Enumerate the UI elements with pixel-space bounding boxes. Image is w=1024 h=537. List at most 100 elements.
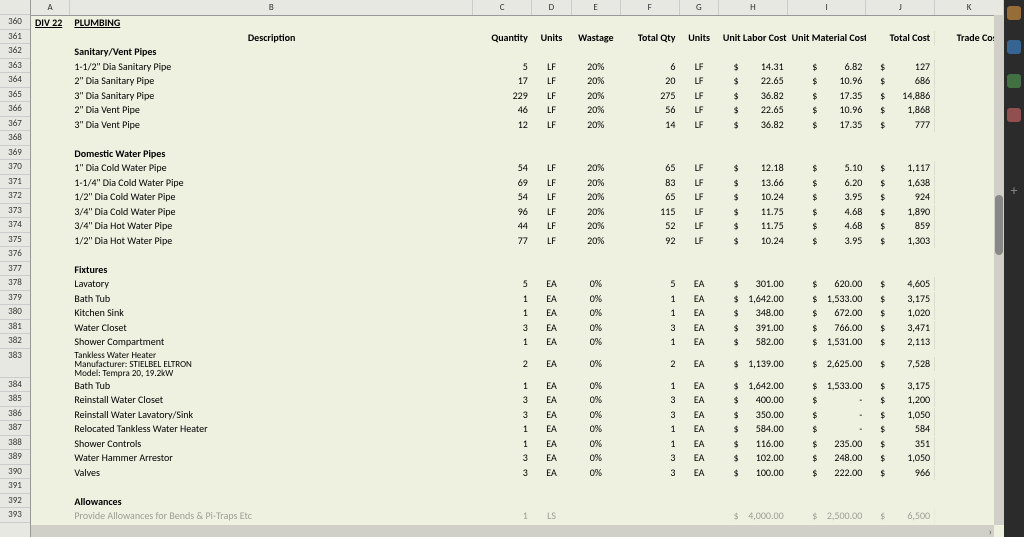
cell-G[interactable]: EA <box>679 277 718 291</box>
cell-F[interactable]: Total Qty <box>620 31 679 45</box>
cell-C[interactable]: 69 <box>473 176 532 190</box>
table-row[interactable]: Allowances <box>31 495 1004 510</box>
cell-A[interactable]: DIV 22 <box>31 16 70 30</box>
cell-G[interactable]: EA <box>679 393 718 407</box>
cell-E[interactable]: 0% <box>571 408 620 422</box>
cell-G[interactable]: EA <box>679 335 718 349</box>
cell-I[interactable]: $5.10 <box>788 161 867 175</box>
cell-C[interactable]: 54 <box>473 161 532 175</box>
cell-F[interactable]: 6 <box>620 60 679 74</box>
cell-G[interactable]: LF <box>679 219 718 233</box>
cell-I[interactable]: $235.00 <box>788 437 867 451</box>
cell-J[interactable]: $686 <box>866 74 935 88</box>
cell-H[interactable]: $301.00 <box>719 277 788 291</box>
cell-H[interactable]: $10.24 <box>719 190 788 204</box>
cell-D[interactable]: Units <box>532 31 571 45</box>
cell-C[interactable]: 1 <box>473 335 532 349</box>
cell-B[interactable]: Shower Controls <box>70 437 472 451</box>
cell-J[interactable]: $1,020 <box>866 306 935 320</box>
cell-J[interactable]: $3,471 <box>866 321 935 335</box>
cell-B[interactable]: Water Closet <box>70 321 472 335</box>
cell-E[interactable]: 0% <box>571 393 620 407</box>
cell-F[interactable]: 1 <box>620 422 679 436</box>
cell-H[interactable]: $348.00 <box>719 306 788 320</box>
cell-G[interactable]: EA <box>679 379 718 393</box>
cell-H[interactable]: $116.00 <box>719 437 788 451</box>
cell-H[interactable]: $102.00 <box>719 451 788 465</box>
cell-E[interactable]: 0% <box>571 335 620 349</box>
cell-G[interactable]: LF <box>679 118 718 132</box>
cell-G[interactable]: LF <box>679 89 718 103</box>
cell-H[interactable]: $1,139.00 <box>719 357 788 371</box>
cell-J[interactable]: $3,175 <box>866 379 935 393</box>
cell-E[interactable]: 0% <box>571 451 620 465</box>
cell-B[interactable]: Bath Tub <box>70 379 472 393</box>
cell-D[interactable]: EA <box>532 451 571 465</box>
cell-J[interactable]: $777 <box>866 118 935 132</box>
cell-J[interactable]: $351 <box>866 437 935 451</box>
cell-E[interactable]: 0% <box>571 292 620 306</box>
cell-D[interactable]: EA <box>532 306 571 320</box>
table-row[interactable]: DescriptionQuantityUnitsWastageTotal Qty… <box>31 31 1004 46</box>
cell-B[interactable]: 2" Dia Sanitary Pipe <box>70 74 472 88</box>
cell-J[interactable]: $1,050 <box>866 408 935 422</box>
cell-G[interactable]: LF <box>679 205 718 219</box>
table-row[interactable]: DIV 22PLUMBING <box>31 16 1004 31</box>
col-header-C[interactable]: C <box>473 0 532 15</box>
cell-E[interactable]: 0% <box>571 306 620 320</box>
cell-B[interactable]: 1" Dia Cold Water Pipe <box>70 161 472 175</box>
cell-H[interactable]: $22.65 <box>719 103 788 117</box>
cell-F[interactable]: 2 <box>620 357 679 371</box>
col-header-F[interactable]: F <box>621 0 680 15</box>
table-row[interactable] <box>31 248 1004 263</box>
cell-E[interactable]: 20% <box>571 118 620 132</box>
cell-E[interactable]: 0% <box>571 466 620 480</box>
row-header[interactable]: 367 <box>0 117 30 132</box>
cell-G[interactable]: Units <box>679 31 718 45</box>
cell-B[interactable]: Valves <box>70 466 472 480</box>
cell-H[interactable]: $22.65 <box>719 74 788 88</box>
cell-D[interactable]: EA <box>532 335 571 349</box>
cell-C[interactable]: 3 <box>473 451 532 465</box>
cell-H[interactable]: $1,642.00 <box>719 379 788 393</box>
cell-H[interactable]: $11.75 <box>719 219 788 233</box>
cell-G[interactable]: EA <box>679 306 718 320</box>
cell-D[interactable]: EA <box>532 321 571 335</box>
row-header[interactable]: 374 <box>0 218 30 233</box>
row-header[interactable]: 386 <box>0 407 30 422</box>
cell-E[interactable]: 20% <box>571 60 620 74</box>
add-panel-icon[interactable]: + <box>1011 182 1018 199</box>
row-header[interactable]: 393 <box>0 508 30 523</box>
cell-J[interactable]: Total Cost <box>866 31 935 45</box>
cell-F[interactable]: 56 <box>620 103 679 117</box>
row-header[interactable]: 364 <box>0 73 30 88</box>
vertical-scrollbar[interactable] <box>994 15 1004 525</box>
grid-body[interactable]: DIV 22PLUMBINGDescriptionQuantityUnitsWa… <box>31 16 1004 524</box>
cell-B[interactable]: Description <box>70 31 472 45</box>
cell-C[interactable]: 3 <box>473 466 532 480</box>
table-row[interactable]: Bath Tub1EA0%1EA$1,642.00$1,533.00$3,175 <box>31 292 1004 307</box>
cell-J[interactable]: $924 <box>866 190 935 204</box>
cell-H[interactable]: $1,642.00 <box>719 292 788 306</box>
cell-B[interactable]: 1/2" Dia Cold Water Pipe <box>70 190 472 204</box>
table-row[interactable]: Fixtures <box>31 263 1004 278</box>
cell-F[interactable]: 1 <box>620 306 679 320</box>
cell-B[interactable]: Bath Tub <box>70 292 472 306</box>
cell-H[interactable]: $36.82 <box>719 89 788 103</box>
cell-C[interactable]: 5 <box>473 277 532 291</box>
table-row[interactable]: 1-1/2" Dia Sanitary Pipe5LF20%6LF$14.31$… <box>31 60 1004 75</box>
cell-B[interactable]: Allowances <box>70 495 472 509</box>
table-row[interactable]: 3/4" Dia Hot Water Pipe44LF20%52LF$11.75… <box>31 219 1004 234</box>
row-header[interactable]: 363 <box>0 59 30 74</box>
cell-F[interactable]: 3 <box>620 408 679 422</box>
cell-B[interactable]: 3" Dia Sanitary Pipe <box>70 89 472 103</box>
cell-E[interactable]: 20% <box>571 74 620 88</box>
col-header-A[interactable]: A <box>31 0 70 15</box>
cell-G[interactable]: LF <box>679 74 718 88</box>
cell-F[interactable]: 83 <box>620 176 679 190</box>
cell-D[interactable]: LF <box>532 103 571 117</box>
calendar-icon[interactable] <box>1007 6 1021 20</box>
row-headers[interactable]: 3603613623633643653663673683693703713723… <box>0 0 31 537</box>
cell-D[interactable]: EA <box>532 379 571 393</box>
cell-I[interactable]: $- <box>788 408 867 422</box>
